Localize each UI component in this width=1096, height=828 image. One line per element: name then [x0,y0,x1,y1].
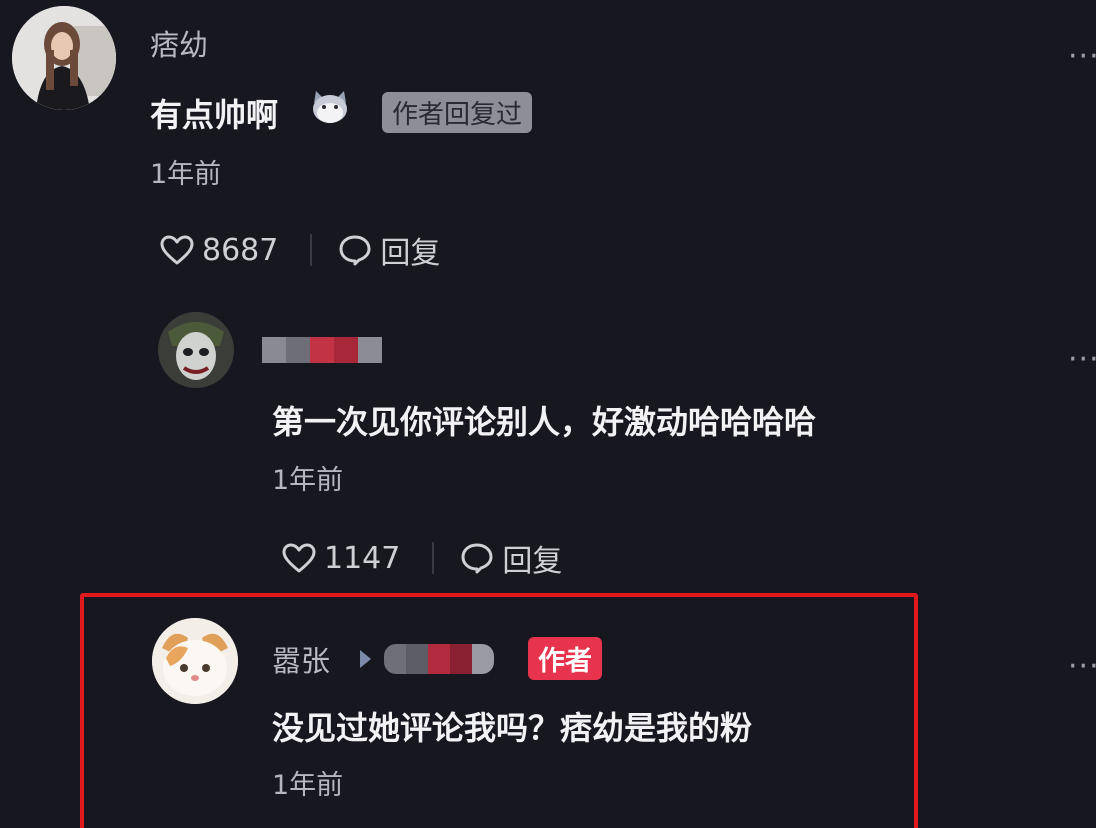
like-button[interactable]: 1147 [282,541,400,576]
more-options-icon[interactable]: ··· [1068,345,1096,375]
reply-bubble-icon [461,543,493,574]
heart-icon [282,543,316,573]
reply-to-arrow-icon [360,650,371,668]
comment-time: 1年前 [272,465,344,496]
joker-photo-avatar [158,312,234,388]
divider [310,234,313,266]
divider [432,542,435,574]
comment-time: 1年前 [150,159,222,190]
reply-button[interactable]: 回复 [338,228,440,272]
comment-text: 第一次见你评论别人，好激动哈哈哈哈 [272,403,817,441]
comment-thread: 痞幼 ··· 有点帅啊 作者回复过 1年前 8687 回复 [0,0,1096,828]
comment-actions: 1147 回复 [282,536,562,580]
more-options-icon[interactable]: ··· [1068,652,1096,682]
woman-photo-avatar [12,6,116,110]
more-options-icon[interactable]: ··· [1068,42,1096,72]
blurred-username [262,337,382,363]
author-replied-badge: 作者回复过 [382,92,533,133]
comment-username[interactable]: 痞幼 [150,22,208,64]
comment-text: 没见过她评论我吗？痞幼是我的粉 [272,709,753,747]
avatar-pi-you[interactable] [12,6,116,110]
like-count: 1147 [324,540,401,576]
cat-photo-avatar [152,618,238,704]
blurred-reply-target [384,644,494,674]
author-badge: 作者 [528,637,602,680]
like-button[interactable]: 8687 [160,233,278,268]
avatar-author[interactable] [152,618,238,704]
comment-username[interactable]: 嚣张 [272,638,330,680]
reply-label: 回复 [502,544,563,579]
comment-time: 1年前 [272,770,344,801]
reply-button[interactable]: 回复 [460,536,562,580]
reply-label: 回复 [380,236,441,271]
heart-icon [160,235,194,265]
comment-actions: 8687 回复 [160,228,440,272]
cat-emoji-icon [310,89,350,125]
reply-bubble-icon [339,235,371,266]
comment-text: 有点帅啊 [150,96,279,134]
like-count: 8687 [202,232,279,268]
avatar-reply-user[interactable] [158,312,234,388]
